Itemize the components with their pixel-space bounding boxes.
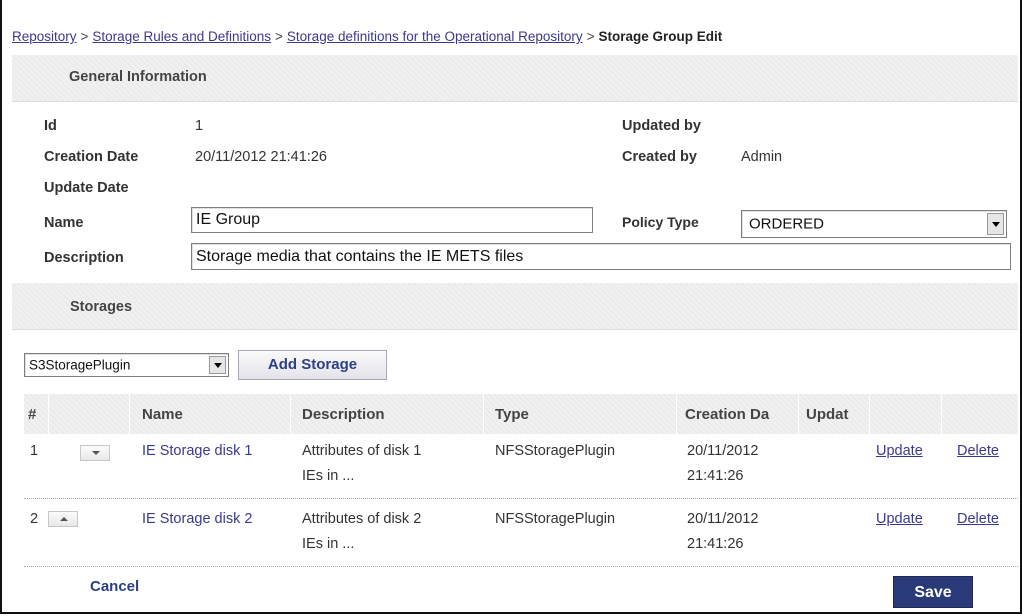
row-number: 1 [30, 443, 39, 459]
delete-link[interactable]: Delete [957, 440, 999, 463]
storage-name-link[interactable]: IE Storage disk 2 [142, 508, 252, 531]
column-header-name: Name [142, 406, 183, 423]
move-down-button[interactable] [80, 445, 110, 461]
column-divider [483, 394, 484, 434]
table-row: 1 IE Storage disk 1 Attributes of disk 1… [24, 440, 1018, 496]
breadcrumb-separator: > [586, 29, 595, 44]
created-by-label: Created by [622, 149, 697, 165]
column-divider [48, 394, 49, 434]
storage-creation-date: 20/11/2012 [687, 443, 759, 459]
created-by-value: Admin [741, 149, 783, 165]
policy-type-value: ORDERED [749, 215, 825, 233]
column-header-description: Description [302, 406, 385, 423]
breadcrumb-link-repository[interactable]: Repository [12, 29, 77, 44]
column-header-creation-date: Creation Da [685, 406, 770, 423]
description-input[interactable] [191, 243, 1011, 270]
column-header-update-date: Updat [806, 406, 849, 423]
storage-creation-date: 20/11/2012 [687, 511, 759, 527]
storage-plugin-select[interactable]: S3StoragePlugin [24, 353, 229, 377]
storages-header: Storages [12, 283, 1018, 330]
arrow-up-icon [60, 517, 68, 521]
chevron-down-icon[interactable] [987, 213, 1004, 235]
creation-date-label: Creation Date [44, 149, 139, 165]
storages-title: Storages [70, 299, 133, 315]
storage-type: NFSStoragePlugin [495, 443, 616, 459]
update-date-label: Update Date [44, 180, 129, 196]
cancel-button[interactable]: Cancel [90, 578, 139, 595]
row-divider [24, 566, 1018, 567]
breadcrumb-current: Storage Group Edit [598, 29, 723, 44]
id-value: 1 [195, 118, 204, 134]
storage-creation-time: 21:41:26 [687, 536, 744, 552]
column-divider [798, 394, 799, 434]
policy-type-label: Policy Type [622, 214, 699, 230]
general-info-title: General Information [69, 69, 207, 85]
description-label: Description [44, 250, 124, 266]
update-link[interactable]: Update [876, 440, 923, 463]
breadcrumb-link-storage-definitions[interactable]: Storage definitions for the Operational … [287, 29, 583, 44]
add-storage-button[interactable]: Add Storage [238, 350, 387, 380]
column-divider [869, 394, 870, 434]
storage-type: NFSStoragePlugin [495, 511, 616, 527]
delete-link[interactable]: Delete [957, 508, 999, 531]
update-link[interactable]: Update [876, 508, 923, 531]
row-number: 2 [30, 511, 39, 527]
arrow-down-icon [92, 451, 100, 455]
name-input[interactable] [191, 207, 593, 233]
storage-creation-time: 21:41:26 [687, 468, 744, 484]
column-header-type: Type [495, 406, 529, 423]
storage-description-line: Attributes of disk 2 [302, 511, 422, 527]
chevron-down-icon[interactable] [209, 356, 226, 374]
creation-date-value: 20/11/2012 21:41:26 [195, 149, 327, 165]
breadcrumb-separator: > [275, 29, 283, 44]
breadcrumb-separator: > [80, 29, 89, 44]
column-divider [129, 394, 130, 434]
storages-table-header: # Name Description Type Creation Da Upda… [24, 394, 1018, 434]
row-divider [24, 498, 1018, 499]
storage-description-line: Attributes of disk 1 [302, 443, 422, 459]
move-up-button[interactable] [48, 511, 78, 527]
storage-description-line: IEs in ... [302, 468, 355, 484]
column-divider [941, 394, 942, 434]
storage-description-line: IEs in ... [302, 536, 355, 552]
table-row: 2 IE Storage disk 2 Attributes of disk 2… [24, 508, 1018, 564]
column-divider [676, 394, 677, 434]
storage-plugin-value: S3StoragePlugin [29, 357, 131, 373]
updated-by-label: Updated by [622, 118, 701, 134]
column-header-number: # [28, 406, 37, 423]
breadcrumb-link-storage-rules[interactable]: Storage Rules and Definitions [92, 29, 271, 44]
general-info-header: General Information [12, 55, 1018, 102]
save-button[interactable]: Save [893, 576, 973, 608]
policy-type-select[interactable]: ORDERED [741, 210, 1007, 238]
storage-name-link[interactable]: IE Storage disk 1 [142, 440, 252, 463]
id-label: Id [44, 118, 57, 134]
breadcrumb: Repository > Storage Rules and Definitions… [12, 29, 722, 44]
name-label: Name [44, 215, 84, 231]
column-divider [290, 394, 291, 434]
